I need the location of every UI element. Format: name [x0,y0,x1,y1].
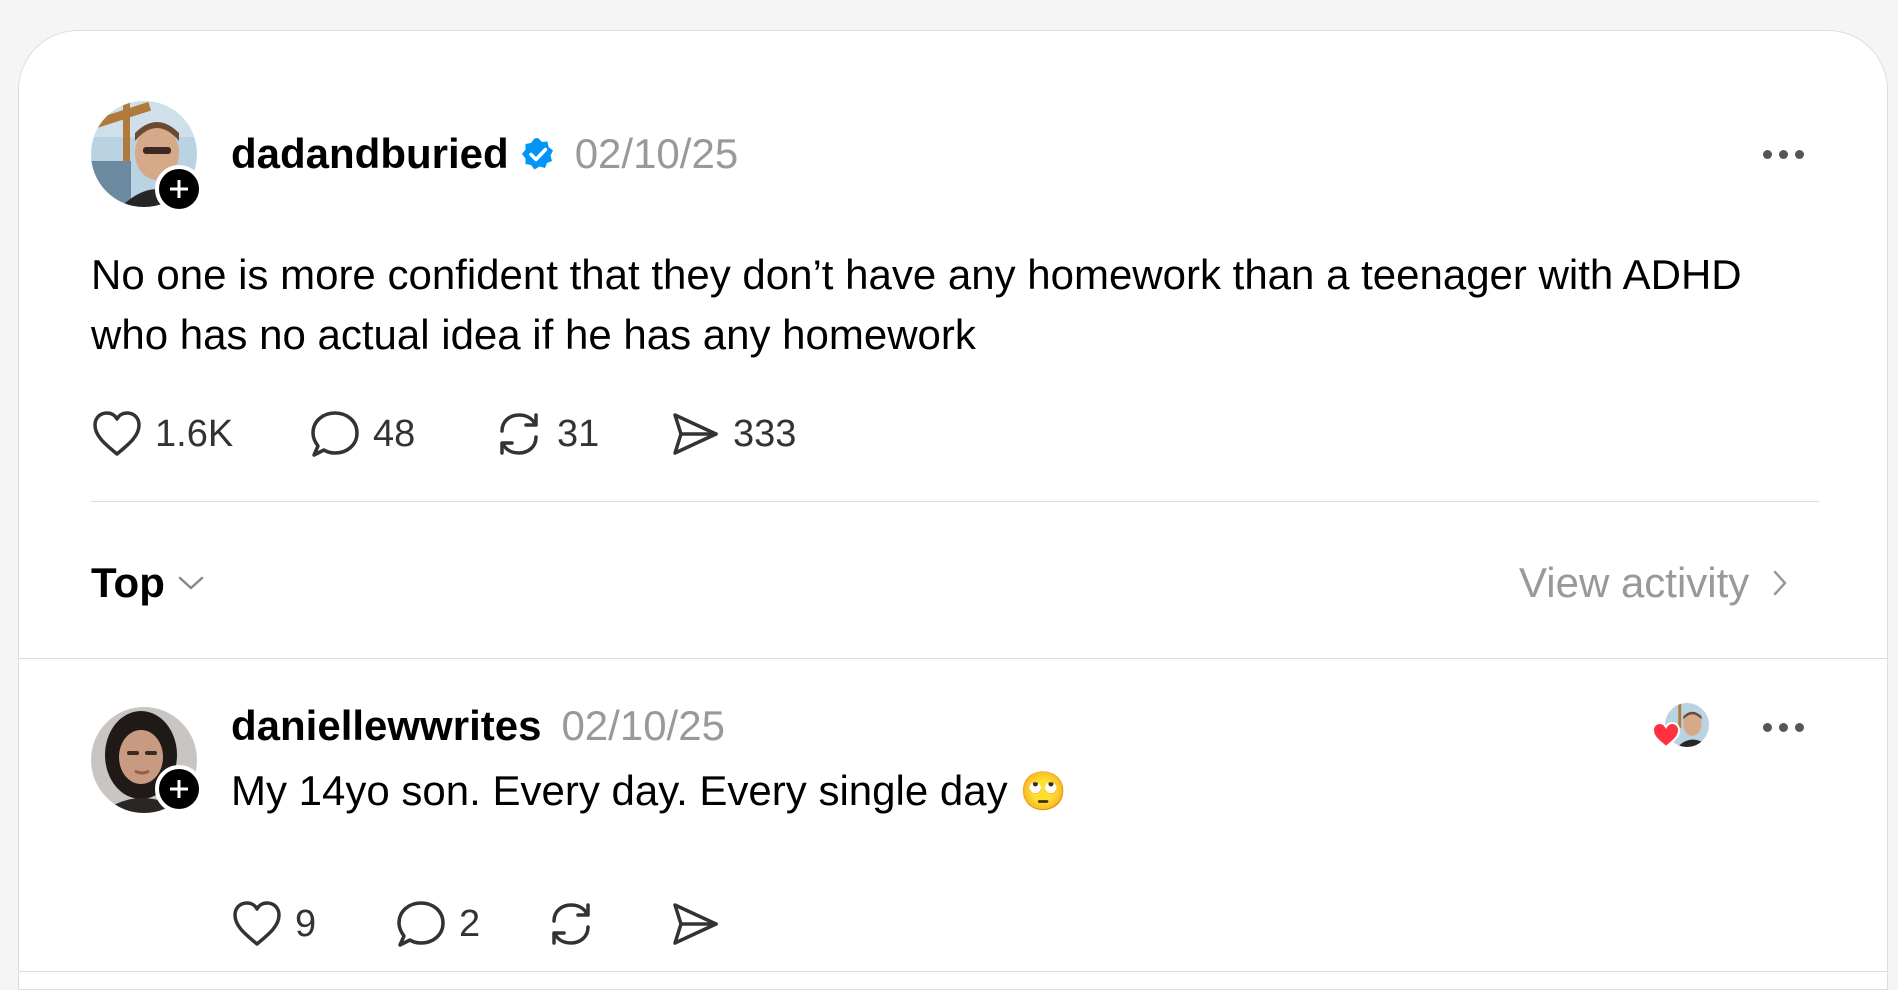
post-divider [91,501,1819,502]
reply-more-button[interactable] [1763,717,1804,737]
reply-text: My 14yo son. Every day. Every single day [231,767,1008,814]
paper-plane-icon [673,413,718,455]
reply-date: 02/10/25 [561,702,725,749]
share-count: 333 [733,412,797,455]
reply-reply-count: 2 [459,902,481,945]
post-more-button[interactable] [1763,144,1804,164]
chevron-right-icon [1774,570,1787,596]
more-dots-icon [1763,149,1772,159]
verified-badge-icon [521,138,553,170]
post-text: No one is more confident that they don’t… [91,251,1742,358]
heart-icon [233,901,281,946]
reply-author-avatar-wrap[interactable] [91,707,203,813]
post-header: dadandburied 02/10/25 [231,129,738,179]
sort-label: Top [91,559,165,606]
reply-repost-button[interactable] [545,899,609,949]
like-button[interactable]: 1.6K [91,409,233,459]
speech-bubble-icon [311,411,359,457]
post-author-avatar-wrap[interactable] [91,101,203,213]
post-date: 02/10/25 [574,130,739,177]
chevron-down-icon [178,576,204,590]
reply-username[interactable]: daniellewwrites [231,701,541,751]
reply-reply-button[interactable]: 2 [395,899,480,949]
follow-button[interactable] [155,765,203,813]
reply-divider [19,971,1887,972]
reply-like-button[interactable]: 9 [231,899,316,949]
eye-roll-emoji-icon: 🙄 [1019,769,1067,813]
thread-card: dadandburied 02/10/25 No one is more con… [18,30,1888,990]
repost-count: 31 [557,412,600,455]
more-dots-icon [1763,722,1772,732]
heart-icon [1651,721,1681,749]
post-username[interactable]: dadandburied [231,129,509,179]
author-liked-indicator [1651,703,1711,757]
reply-count: 48 [373,412,416,455]
section-divider [19,658,1887,659]
heart-icon [93,411,141,456]
share-button[interactable]: 333 [669,409,796,459]
reply-button[interactable]: 48 [309,409,415,459]
reply-text-wrap: My 14yo son. Every day. Every single day… [231,761,1067,821]
plus-icon [170,180,188,198]
sort-dropdown[interactable]: Top [91,559,205,607]
plus-icon [170,780,188,798]
follow-button[interactable] [155,165,203,213]
reply-share-button[interactable] [669,899,733,949]
speech-bubble-icon [397,901,445,947]
view-activity-label: View activity [1519,559,1750,606]
reply-like-count: 9 [295,902,317,945]
reply-header: daniellewwrites 02/10/25 [231,701,725,751]
repost-button[interactable]: 31 [493,409,599,459]
paper-plane-icon [673,903,718,945]
like-count: 1.6K [155,412,234,455]
repost-icon [500,413,538,455]
repost-icon [552,903,590,945]
view-activity-link[interactable]: View activity [1519,559,1789,607]
